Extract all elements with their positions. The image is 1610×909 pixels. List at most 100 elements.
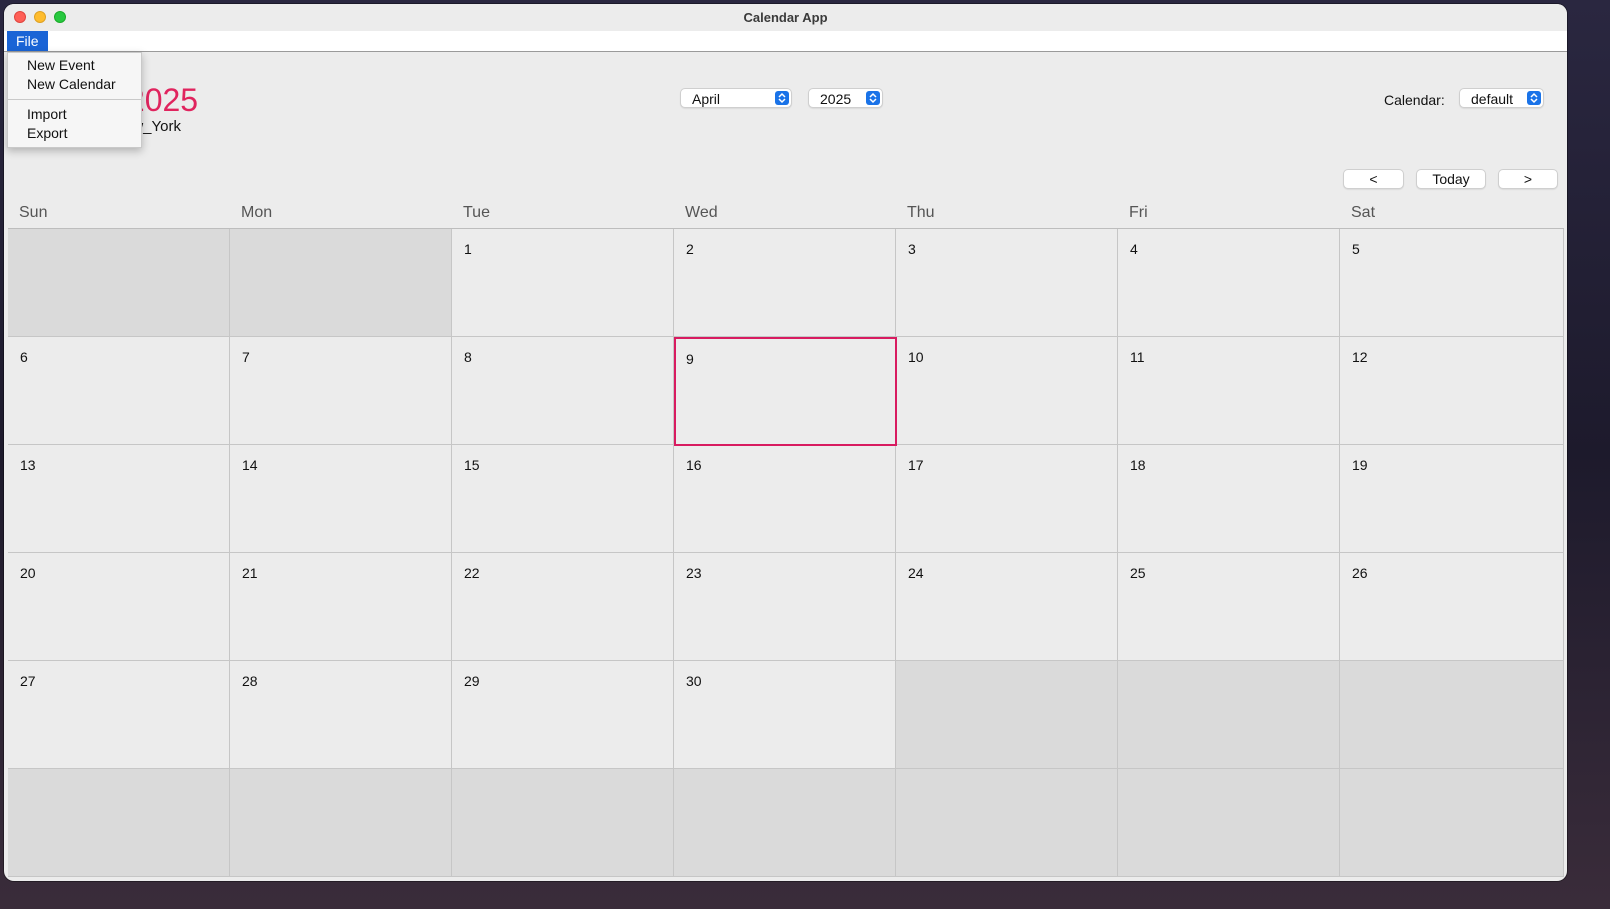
day-cell-13[interactable]: 13 xyxy=(8,445,230,553)
calendar-label: Calendar: xyxy=(1384,92,1445,108)
day-number: 6 xyxy=(20,349,28,365)
day-cell-25[interactable]: 25 xyxy=(1118,553,1340,661)
day-number: 7 xyxy=(242,349,250,365)
day-number: 19 xyxy=(1352,457,1368,473)
month-select-value: April xyxy=(692,91,721,107)
weekday-sun: Sun xyxy=(19,204,48,221)
empty-day-cell xyxy=(8,769,230,877)
next-month-button[interactable]: > xyxy=(1498,169,1558,189)
today-button[interactable]: Today xyxy=(1416,169,1486,189)
year-select-value: 2025 xyxy=(820,91,852,107)
weekday-sat: Sat xyxy=(1351,204,1376,221)
day-cell-21[interactable]: 21 xyxy=(230,553,452,661)
weekday-wed: Wed xyxy=(685,204,718,221)
day-number: 16 xyxy=(686,457,702,473)
day-cell-6[interactable]: 6 xyxy=(8,337,230,445)
prev-month-button[interactable]: < xyxy=(1343,169,1404,189)
day-number: 22 xyxy=(464,565,480,581)
file-dropdown-menu: New Event New Calendar Import Export xyxy=(7,52,142,148)
day-cell-23[interactable]: 23 xyxy=(674,553,896,661)
day-cell-1[interactable]: 1 xyxy=(452,229,674,337)
day-cell-2[interactable]: 2 xyxy=(674,229,896,337)
empty-day-cell xyxy=(674,769,896,877)
day-cell-8[interactable]: 8 xyxy=(452,337,674,445)
day-cell-4[interactable]: 4 xyxy=(1118,229,1340,337)
day-number: 14 xyxy=(242,457,258,473)
day-number: 30 xyxy=(686,673,702,689)
day-cell-11[interactable]: 11 xyxy=(1118,337,1340,445)
empty-day-cell xyxy=(1340,769,1564,877)
calendar-window: Calendar App File April 2025 America/New… xyxy=(4,4,1567,881)
updown-chevron-icon xyxy=(1527,91,1541,105)
day-number: 2 xyxy=(686,241,694,257)
weekday-thu: Thu xyxy=(907,204,935,221)
day-cell-3[interactable]: 3 xyxy=(896,229,1118,337)
window-title: Calendar App xyxy=(743,10,828,25)
day-cell-18[interactable]: 18 xyxy=(1118,445,1340,553)
day-number: 10 xyxy=(908,349,924,365)
empty-day-cell xyxy=(896,769,1118,877)
file-menu[interactable]: File xyxy=(7,31,48,51)
day-cell-16[interactable]: 16 xyxy=(674,445,896,553)
day-cell-5[interactable]: 5 xyxy=(1340,229,1564,337)
day-cell-14[interactable]: 14 xyxy=(230,445,452,553)
day-number: 11 xyxy=(1130,349,1145,365)
menu-item-import[interactable]: Import xyxy=(27,106,67,122)
day-cell-17[interactable]: 17 xyxy=(896,445,1118,553)
day-cell-29[interactable]: 29 xyxy=(452,661,674,769)
year-select[interactable]: 2025 xyxy=(808,88,883,108)
updown-chevron-icon xyxy=(866,91,880,105)
menu-bar: File xyxy=(4,31,1567,52)
empty-day-cell xyxy=(1118,769,1340,877)
menu-divider xyxy=(8,99,141,100)
weekday-mon: Mon xyxy=(241,204,273,221)
day-cell-24[interactable]: 24 xyxy=(896,553,1118,661)
menu-item-new-calendar[interactable]: New Calendar xyxy=(27,76,116,92)
day-cell-30[interactable]: 30 xyxy=(674,661,896,769)
day-number: 18 xyxy=(1130,457,1146,473)
day-cell-7[interactable]: 7 xyxy=(230,337,452,445)
day-number: 25 xyxy=(1130,565,1146,581)
day-number: 23 xyxy=(686,565,702,581)
calendar-select[interactable]: default xyxy=(1459,88,1544,108)
day-number: 28 xyxy=(242,673,258,689)
day-cell-26[interactable]: 26 xyxy=(1340,553,1564,661)
empty-day-cell xyxy=(230,769,452,877)
day-number: 24 xyxy=(908,565,924,581)
updown-chevron-icon xyxy=(775,91,789,105)
calendar-select-value: default xyxy=(1471,91,1514,107)
weekday-fri: Fri xyxy=(1129,204,1148,221)
empty-day-cell xyxy=(1340,661,1564,769)
day-number: 13 xyxy=(20,457,36,473)
day-number: 5 xyxy=(1352,241,1360,257)
empty-day-cell xyxy=(452,769,674,877)
menu-item-new-event[interactable]: New Event xyxy=(27,57,95,73)
menu-item-export[interactable]: Export xyxy=(27,125,67,141)
day-cell-20[interactable]: 20 xyxy=(8,553,230,661)
day-cell-15[interactable]: 15 xyxy=(452,445,674,553)
day-number: 29 xyxy=(464,673,480,689)
title-bar: Calendar App xyxy=(4,4,1567,32)
day-cell-27[interactable]: 27 xyxy=(8,661,230,769)
day-number: 17 xyxy=(908,457,924,473)
day-number: 27 xyxy=(20,673,36,689)
day-number: 12 xyxy=(1352,349,1368,365)
empty-day-cell xyxy=(8,229,230,337)
day-number: 15 xyxy=(464,457,480,473)
selected-day-highlight xyxy=(674,337,897,446)
day-cell-22[interactable]: 22 xyxy=(452,553,674,661)
weekday-tue: Tue xyxy=(463,204,490,221)
day-number: 3 xyxy=(908,241,916,257)
month-select[interactable]: April xyxy=(680,88,792,108)
empty-day-cell xyxy=(230,229,452,337)
day-number: 4 xyxy=(1130,241,1138,257)
empty-day-cell xyxy=(896,661,1118,769)
day-number: 20 xyxy=(20,565,36,581)
day-number: 1 xyxy=(464,241,472,257)
day-number: 26 xyxy=(1352,565,1368,581)
day-cell-12[interactable]: 12 xyxy=(1340,337,1564,445)
day-number: 8 xyxy=(464,349,472,365)
day-cell-19[interactable]: 19 xyxy=(1340,445,1564,553)
day-cell-28[interactable]: 28 xyxy=(230,661,452,769)
day-cell-10[interactable]: 10 xyxy=(896,337,1118,445)
